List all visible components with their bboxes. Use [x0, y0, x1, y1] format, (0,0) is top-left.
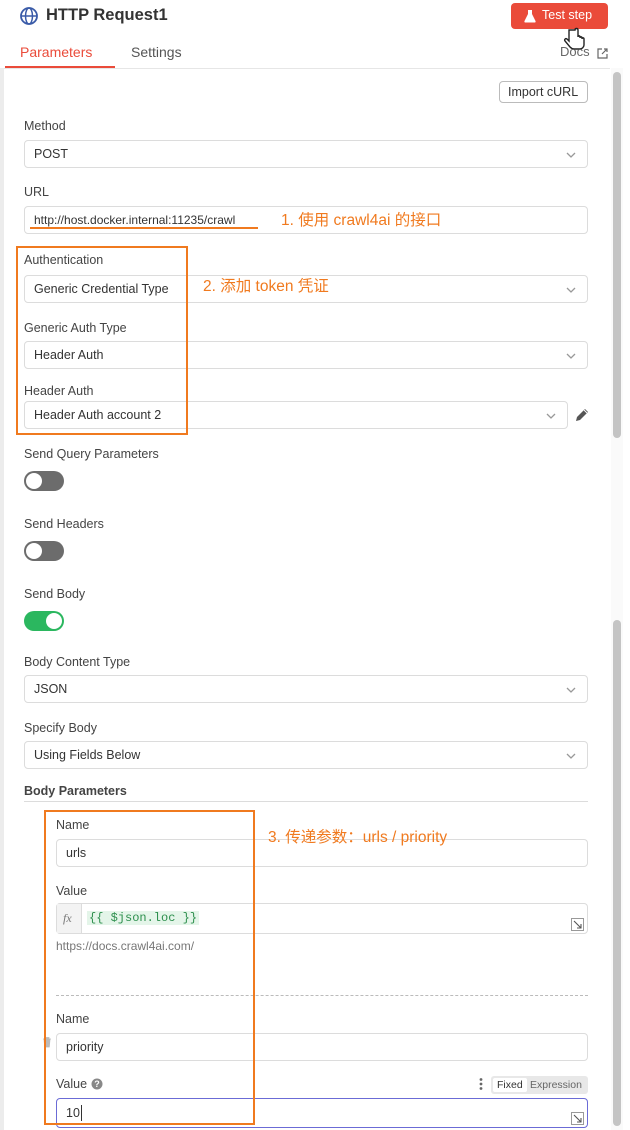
tab-settings[interactable]: Settings — [131, 44, 182, 60]
body-content-type-value: JSON — [34, 682, 68, 696]
annotation-2: 2. 添加 token 凭证 — [203, 278, 329, 295]
body-parameters-divider — [24, 801, 588, 802]
import-curl-label: Import cURL — [508, 85, 579, 99]
send-headers-label: Send Headers — [24, 517, 104, 531]
test-step-label: Test step — [542, 8, 593, 22]
chevron-down-icon — [545, 409, 557, 421]
expand-icon[interactable] — [571, 918, 584, 931]
url-label: URL — [24, 185, 50, 199]
method-value: POST — [34, 147, 69, 161]
specify-body-label: Specify Body — [24, 721, 97, 735]
specify-body-value: Using Fields Below — [34, 748, 141, 762]
send-body-toggle[interactable] — [24, 611, 64, 631]
url-value: http://host.docker.internal:11235/crawl — [34, 213, 236, 227]
send-headers-toggle[interactable] — [24, 541, 64, 561]
body-content-type-label: Body Content Type — [24, 655, 131, 669]
scrollbar-thumb-bottom[interactable] — [613, 620, 621, 1126]
send-query-label: Send Query Parameters — [24, 447, 159, 461]
more-options-icon[interactable] — [478, 1077, 484, 1091]
toggle-knob — [26, 543, 42, 559]
specify-body-select[interactable]: Using Fields Below — [24, 741, 588, 769]
annotation-3: 3. 传递参数：urls / priority — [268, 829, 448, 846]
scrollbar-thumb-top[interactable] — [613, 72, 621, 438]
tab-parameters[interactable]: Parameters — [20, 44, 92, 60]
toggle-knob — [26, 473, 42, 489]
url-underline-annotation — [30, 227, 258, 229]
expand-icon[interactable] — [571, 1112, 584, 1125]
body-parameters-label: Body Parameters — [24, 784, 127, 798]
annotation-1: 1. 使用 crawl4ai 的接口 — [281, 212, 442, 229]
chevron-down-icon — [565, 683, 577, 695]
import-curl-button[interactable]: Import cURL — [499, 81, 588, 103]
panel-left-edge — [0, 68, 4, 1130]
node-title: HTTP Request1 — [46, 6, 168, 24]
docs-link[interactable]: Docs — [560, 44, 590, 59]
fixed-tab[interactable]: Fixed — [493, 1078, 527, 1092]
send-query-toggle[interactable] — [24, 471, 64, 491]
external-link-icon — [597, 46, 608, 59]
test-step-button[interactable]: Test step — [511, 3, 608, 29]
params-annotation-box — [44, 810, 255, 1125]
auth-annotation-box — [16, 246, 188, 435]
edit-pencil-icon[interactable] — [574, 407, 590, 423]
chevron-down-icon — [565, 283, 577, 295]
flask-icon — [524, 9, 536, 23]
body-content-type-select[interactable]: JSON — [24, 675, 588, 703]
chevron-down-icon — [565, 349, 577, 361]
method-select[interactable]: POST — [24, 140, 588, 168]
toggle-knob — [46, 613, 62, 629]
chevron-down-icon — [565, 749, 577, 761]
send-body-label: Send Body — [24, 587, 86, 601]
tabs-divider — [0, 68, 610, 69]
fixed-expression-toggle[interactable]: Fixed Expression — [491, 1076, 588, 1094]
globe-icon — [19, 6, 39, 26]
chevron-down-icon — [565, 148, 577, 160]
expression-tab[interactable]: Expression — [530, 1078, 582, 1092]
method-label: Method — [24, 119, 66, 133]
